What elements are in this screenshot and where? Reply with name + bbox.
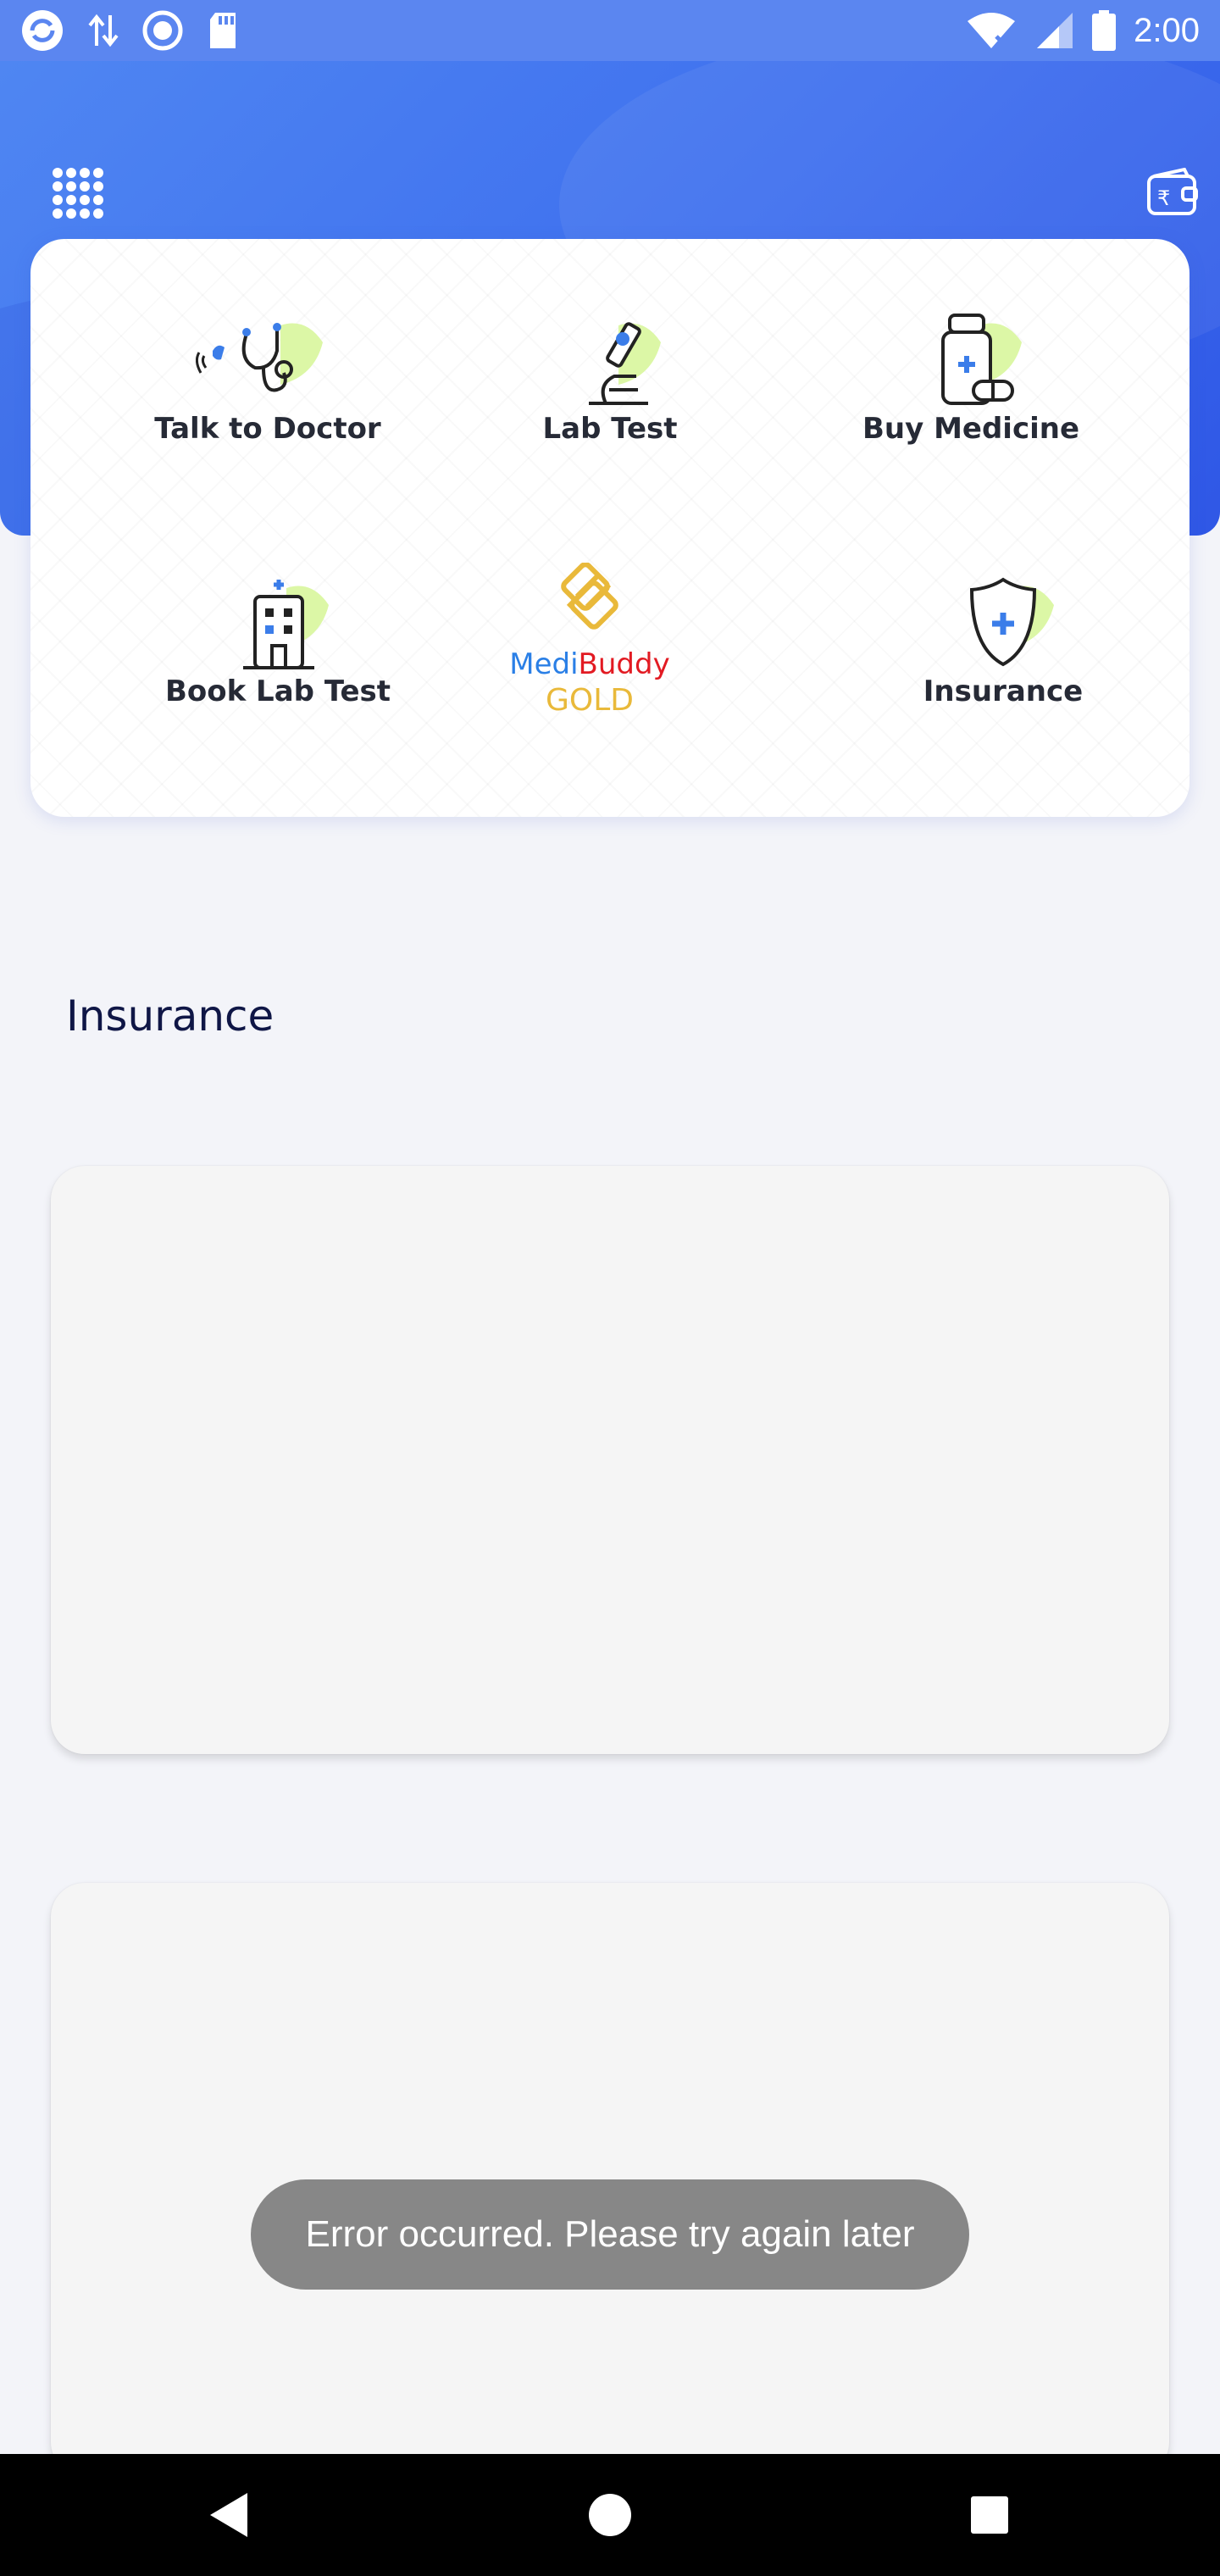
gold-wordmark: GOLD	[545, 683, 634, 718]
stethoscope-icon	[196, 323, 323, 392]
services-card: Talk to Doctor Lab Test Buy Medicine Boo…	[30, 239, 1190, 817]
sd-card-icon	[210, 13, 236, 48]
service-buy-medicine[interactable]: Buy Medicine	[818, 308, 1123, 446]
medicine-bottle-icon	[941, 314, 1022, 405]
service-insurance[interactable]: Insurance	[851, 571, 1156, 708]
service-label: Book Lab Test	[164, 675, 391, 708]
medibuddy-gold-logo-icon	[561, 563, 618, 630]
status-time: 2:00	[1134, 11, 1200, 49]
service-talk-to-doctor[interactable]: Talk to Doctor	[115, 308, 420, 446]
insurance-card-placeholder[interactable]	[51, 1166, 1169, 1754]
back-icon[interactable]	[200, 2484, 261, 2545]
service-book-lab-test[interactable]: Book Lab Test	[125, 571, 430, 708]
service-label: Insurance	[923, 675, 1084, 708]
error-toast: Error occurred. Please try again later	[251, 2179, 969, 2290]
service-lab-test[interactable]: Lab Test	[458, 308, 762, 446]
insurance-section-title: Insurance	[66, 991, 274, 1041]
system-nav-bar	[0, 2454, 1220, 2576]
grid-menu-icon[interactable]	[47, 163, 108, 224]
wifi-off-icon	[968, 13, 1016, 50]
service-label: Talk to Doctor	[154, 412, 381, 446]
svg-text:₹: ₹	[1157, 186, 1170, 210]
home-icon[interactable]	[580, 2484, 640, 2545]
data-arrows-icon	[88, 14, 119, 47]
recents-icon[interactable]	[959, 2484, 1020, 2545]
hospital-building-icon	[243, 580, 329, 669]
microscope-icon	[589, 322, 661, 405]
record-icon	[142, 10, 183, 51]
shield-plus-icon	[969, 577, 1054, 667]
service-label: Lab Test	[542, 412, 678, 446]
rupee-wallet-icon[interactable]: ₹	[1145, 168, 1200, 219]
status-bar: 2:00	[0, 0, 1220, 61]
service-label: Buy Medicine	[862, 412, 1080, 446]
app-sync-icon	[22, 10, 63, 51]
battery-icon	[1092, 10, 1117, 51]
medibuddy-gold-button[interactable]: MediBuddy GOLD	[463, 563, 717, 718]
medibuddy-wordmark: MediBuddy	[509, 647, 670, 681]
signal-icon	[1037, 13, 1073, 48]
